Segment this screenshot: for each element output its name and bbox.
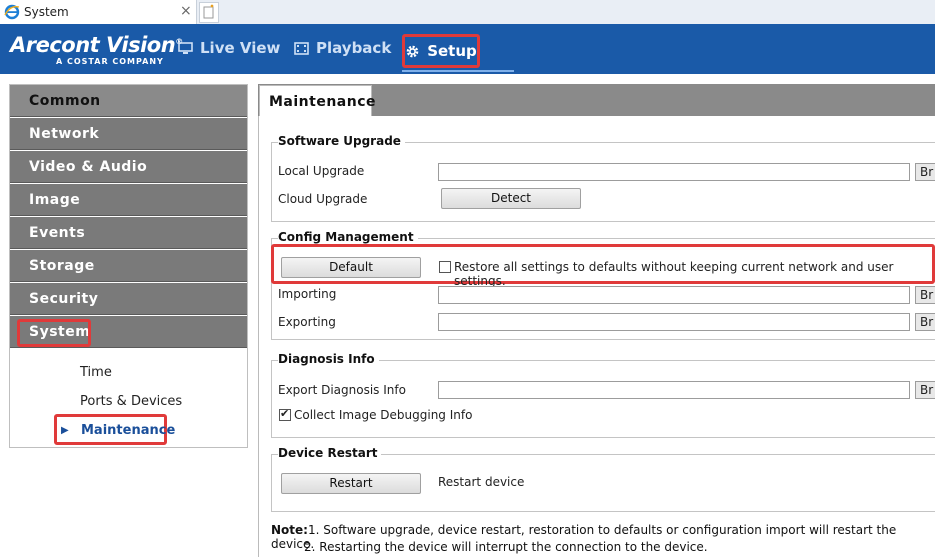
nav-playback-label: Playback <box>316 39 392 57</box>
restore-defaults-checkbox[interactable] <box>439 261 451 273</box>
exporting-label: Exporting <box>278 315 336 329</box>
sidebar-item-network[interactable]: Network <box>10 118 247 150</box>
local-upgrade-path-input[interactable] <box>438 163 910 181</box>
sidebar-sub-time[interactable]: Time <box>80 365 112 380</box>
export-diagnosis-path-input[interactable] <box>438 381 910 399</box>
group-software-upgrade: Software Upgrade <box>271 134 935 222</box>
local-upgrade-browse-button[interactable]: Br <box>915 163 935 181</box>
nav-active-underline <box>402 70 514 72</box>
sidebar-item-video-audio[interactable]: Video & Audio <box>10 151 247 183</box>
nav-setup-label: Setup <box>427 42 477 60</box>
browser-tab[interactable]: System × <box>0 0 197 24</box>
sidebar-sub-maintenance-label: Maintenance <box>81 423 176 438</box>
export-diagnosis-browse-button[interactable]: Br <box>915 381 935 399</box>
importing-browse-button[interactable]: Br <box>915 286 935 304</box>
brand-logo: Arecont Vision® <box>10 33 183 57</box>
group-title-software-upgrade: Software Upgrade <box>278 134 405 148</box>
sidebar-item-events[interactable]: Events <box>10 217 247 249</box>
cloud-upgrade-label: Cloud Upgrade <box>278 192 368 206</box>
sidebar-item-common[interactable]: Common <box>10 85 247 117</box>
sidebar-sub-maintenance[interactable]: ▶ Maintenance <box>54 414 175 445</box>
importing-path-input[interactable] <box>438 286 910 304</box>
ie-icon <box>4 4 20 20</box>
export-diagnosis-label: Export Diagnosis Info <box>278 383 406 397</box>
default-button[interactable]: Default <box>281 257 421 278</box>
gear-icon <box>406 45 419 57</box>
sidebar-sub-ports-devices[interactable]: Ports & Devices <box>80 394 182 409</box>
restart-device-label: Restart device <box>438 475 525 489</box>
collect-debug-label: Collect Image Debugging Info <box>294 408 473 422</box>
nav-live-view[interactable]: Live View <box>178 33 280 63</box>
film-icon <box>294 41 309 55</box>
group-title-config-management: Config Management <box>278 230 418 244</box>
tab-maintenance[interactable]: Maintenance <box>259 85 376 117</box>
monitor-icon <box>178 41 193 54</box>
detect-button[interactable]: Detect <box>441 188 581 209</box>
restore-defaults-label: Restore all settings to defaults without… <box>454 260 894 288</box>
arrow-right-icon: ▶ <box>61 425 69 436</box>
nav-setup[interactable]: Setup <box>402 34 480 68</box>
close-icon[interactable]: × <box>180 3 192 19</box>
collect-debug-checkbox[interactable] <box>279 407 291 421</box>
local-upgrade-label: Local Upgrade <box>278 164 365 178</box>
exporting-browse-button[interactable]: Br <box>915 313 935 331</box>
group-title-diagnosis-info: Diagnosis Info <box>278 352 379 366</box>
group-title-device-restart: Device Restart <box>278 446 382 460</box>
browser-tab-title: System <box>24 5 69 19</box>
exporting-path-input[interactable] <box>438 313 910 331</box>
sidebar: Common Network Video & Audio Image Event… <box>9 84 248 448</box>
restart-button[interactable]: Restart <box>281 473 421 494</box>
group-diagnosis-info: Diagnosis Info <box>271 352 935 438</box>
nav-playback[interactable]: Playback <box>294 33 391 63</box>
sidebar-item-security[interactable]: Security <box>10 283 247 315</box>
importing-label: Importing <box>278 287 337 301</box>
note-line-2: 2. Restarting the device will interrupt … <box>304 540 708 554</box>
brand-tagline: A COSTAR COMPANY <box>56 57 164 66</box>
sidebar-item-image[interactable]: Image <box>10 184 247 216</box>
new-tab-icon[interactable] <box>199 2 219 23</box>
highlight-box-system <box>17 319 91 347</box>
sidebar-item-storage[interactable]: Storage <box>10 250 247 282</box>
nav-live-label: Live View <box>200 39 281 57</box>
